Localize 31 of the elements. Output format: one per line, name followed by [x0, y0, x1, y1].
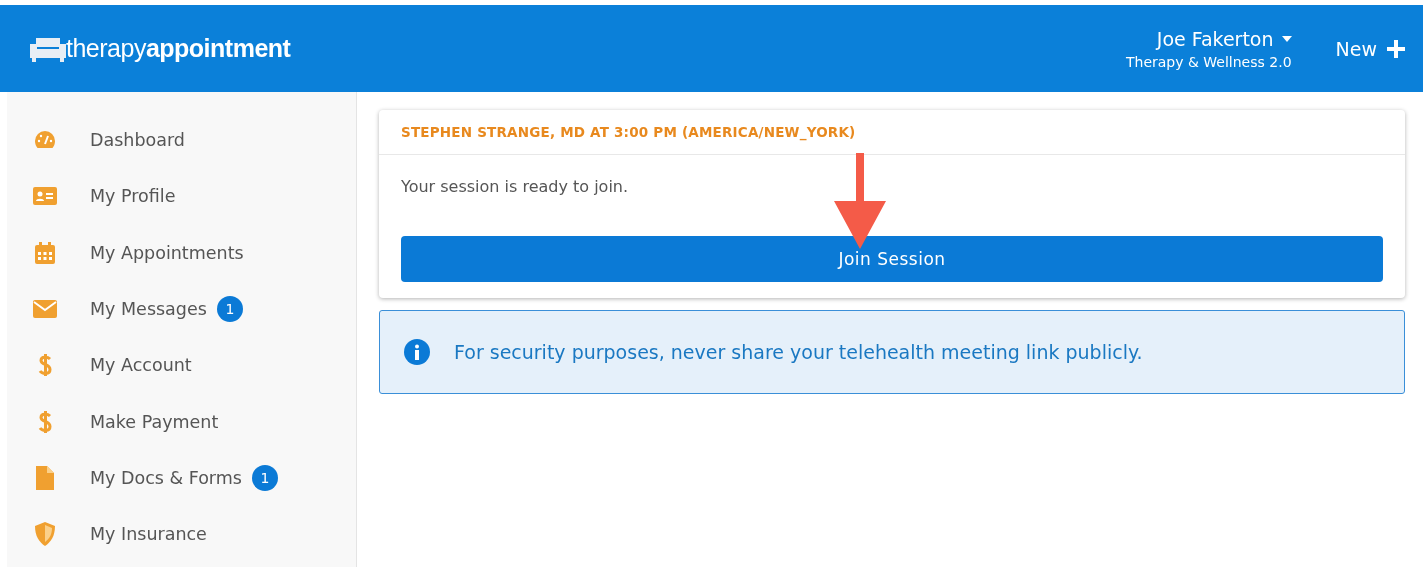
card-title: STEPHEN STRANGE, MD AT 3:00 PM (AMERICA/NEW_YORK) — [379, 110, 1405, 155]
sidebar-item[interactable]: My Messages — [90, 299, 207, 320]
sidebar-item[interactable]: My Appointments — [90, 242, 244, 263]
info-icon — [404, 339, 430, 365]
count-badge: 1 — [251, 464, 278, 491]
armchair-icon — [30, 35, 66, 62]
new-button[interactable]: New — [1335, 33, 1405, 64]
dollar-icon — [38, 353, 52, 378]
alert-text: For security purposes, never share your telehealth meeting link publicly. — [454, 341, 1143, 363]
plus-icon — [1387, 39, 1405, 58]
caret-icon[interactable] — [1281, 35, 1292, 42]
envelope-icon — [33, 300, 57, 319]
calendar-icon — [35, 241, 55, 264]
gauge-icon — [34, 130, 56, 151]
user-name[interactable]: Joe Fakerton — [1156, 27, 1274, 50]
arrow-icon — [834, 153, 886, 249]
sidebar-item[interactable]: My Insurance — [90, 524, 207, 545]
join-session-button[interactable]: Join Session — [401, 236, 1383, 282]
session-message: Your session is ready to join. — [401, 177, 630, 196]
sidebar-item[interactable]: Dashboard — [90, 130, 185, 151]
document-icon — [36, 465, 54, 490]
sidebar-item[interactable]: My Account — [90, 355, 192, 376]
practice-name: Therapy & Wellness 2.0 — [1125, 53, 1292, 70]
shield-icon — [35, 522, 55, 547]
dollar-icon — [38, 409, 52, 434]
count-badge: 1 — [216, 296, 243, 323]
sidebar-item[interactable]: Make Payment — [90, 411, 219, 432]
logo-text: therapyappointment — [66, 34, 291, 63]
sidebar-item[interactable]: My Profile — [90, 186, 176, 207]
id-card-icon — [33, 187, 57, 206]
sidebar-item[interactable]: My Docs & Forms — [90, 467, 242, 488]
